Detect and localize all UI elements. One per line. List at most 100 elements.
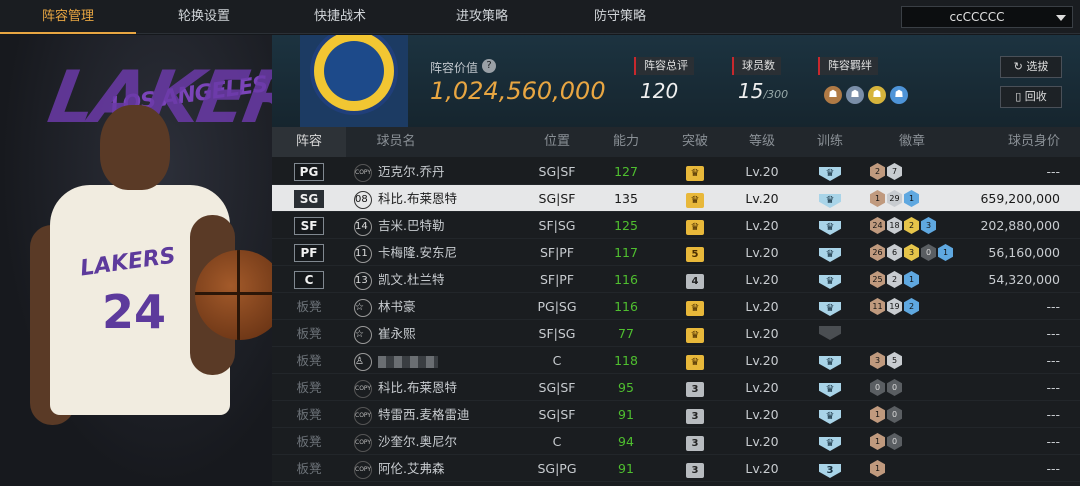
badge-medal[interactable]: 1 — [870, 190, 885, 207]
cell-3: 95 — [592, 374, 660, 401]
col-slot[interactable]: 阵容 — [272, 127, 346, 157]
cell-8: --- — [958, 293, 1080, 320]
badge-medal[interactable]: 5 — [887, 352, 902, 369]
player-name[interactable]: 科比.布莱恩特 — [378, 191, 457, 206]
bond-icon-3[interactable]: ☗ — [868, 86, 886, 104]
pick-button[interactable]: ↻ 选拔 — [1000, 56, 1062, 78]
player-name[interactable]: 特雷西.麦格雷迪 — [378, 407, 469, 422]
table-row[interactable]: SF 14 吉米.巴特勒 SF|SG 125 ♛ Lv.20 ♛ 24 18 2 3 202,880,0… — [272, 212, 1080, 239]
table-row[interactable]: 板凳 COPY 特雷西.麦格雷迪 SG|SF 91 3 Lv.20 ♛ 1 0 --- — [272, 401, 1080, 428]
cell-2: SF|PF — [522, 239, 592, 266]
badge-medal[interactable]: 24 — [870, 217, 885, 234]
cell-4: 4 — [660, 266, 730, 293]
player-name[interactable]: 卡梅隆.安东尼 — [378, 245, 457, 260]
table-row[interactable]: 板凳 ☆ 崔永熙 SF|SG 77 ♛ Lv.20 --- — [272, 320, 1080, 347]
badge-medal[interactable]: 3 — [870, 352, 885, 369]
help-icon[interactable]: ? — [482, 59, 496, 73]
recycle-button[interactable]: ▯ 回收 — [1000, 86, 1062, 108]
col-ability[interactable]: 能力 — [592, 127, 660, 157]
cell-6: ♛ — [794, 212, 866, 239]
player-position: SF|PF — [539, 272, 575, 287]
table-row[interactable]: SG 08 科比.布莱恩特 SG|SF 135 ♛ Lv.20 ♛ 1 29 1 659,200,00… — [272, 185, 1080, 212]
bond-icon-1[interactable]: ☗ — [824, 86, 842, 104]
player-name[interactable] — [378, 355, 438, 368]
badge-medal[interactable]: 0 — [921, 244, 936, 261]
badge-medal[interactable]: 1 — [870, 460, 885, 477]
col-level[interactable]: 等级 — [730, 127, 794, 157]
col-position[interactable]: 位置 — [522, 127, 592, 157]
table-row[interactable]: PG COPY 迈克尔.乔丹 SG|SF 127 ♛ Lv.20 ♛ 2 7 --- — [272, 158, 1080, 185]
player-name[interactable]: 林书豪 — [378, 299, 416, 314]
player-count-label: 球员数 — [732, 57, 781, 75]
badge-medal[interactable]: 1 — [870, 406, 885, 423]
badge-medal[interactable]: 25 — [870, 271, 885, 288]
player-level: Lv.20 — [745, 353, 779, 368]
badge-medal[interactable]: 1 — [870, 433, 885, 450]
badge-medal[interactable]: 29 — [887, 190, 902, 207]
col-training[interactable]: 训练 — [794, 127, 866, 157]
table-row[interactable]: 板凳 ♙ C 118 ♛ Lv.20 ♛ 3 5 --- — [272, 347, 1080, 374]
crown-icon: ♛ — [686, 193, 704, 208]
badge-medal[interactable]: 19 — [887, 298, 902, 315]
badge-medal[interactable]: 1 — [904, 190, 919, 207]
table-row[interactable]: 板凳 COPY 科比.布莱恩特 SG|SF 95 3 Lv.20 ♛ 0 0 --- — [272, 374, 1080, 401]
cell-4: ♛ — [660, 293, 730, 320]
badge-medal[interactable]: 0 — [887, 379, 902, 396]
badge-medal[interactable]: 0 — [887, 406, 902, 423]
badge-medal[interactable]: 1 — [904, 271, 919, 288]
cell-2: SG|SF — [522, 185, 592, 212]
badge-medal[interactable]: 6 — [887, 244, 902, 261]
bond-icon-4[interactable]: ☗ — [890, 86, 908, 104]
badge-medal[interactable]: 3 — [904, 244, 919, 261]
col-worth[interactable]: 球员身价 — [958, 127, 1080, 157]
badge-medal[interactable]: 0 — [887, 433, 902, 450]
player-name[interactable]: 崔永熙 — [378, 326, 416, 341]
team-select[interactable]: ccCCCCC — [901, 6, 1073, 28]
cell-7: 27 — [866, 158, 958, 185]
cell-0: 板凳 — [272, 455, 346, 482]
badge-medal[interactable]: 3 — [921, 217, 936, 234]
badge-medal[interactable]: 0 — [870, 379, 885, 396]
player-name[interactable]: 吉米.巴特勒 — [378, 218, 444, 233]
crown-icon: ♛ — [686, 355, 704, 370]
table-row[interactable]: 板凳 COPY 阿伦.艾弗森 SG|PG 91 3 Lv.20 3 1 --- — [272, 455, 1080, 482]
chevron-down-icon — [1056, 15, 1066, 21]
col-breakthrough[interactable]: 突破 — [660, 127, 730, 157]
badge-medal[interactable]: 2 — [870, 163, 885, 180]
team-logo-inner — [324, 41, 384, 101]
cell-2: SG|SF — [522, 158, 592, 185]
badge-medal[interactable]: 2 — [904, 217, 919, 234]
tab-rotation[interactable]: 轮换设置 — [136, 0, 272, 34]
table-row[interactable]: PF 11 卡梅隆.安东尼 SF|PF 117 5 Lv.20 ♛ 26 6 3 0 1 56,160,0… — [272, 239, 1080, 266]
badge-medal[interactable]: 7 — [887, 163, 902, 180]
tab-defense[interactable]: 防守策略 — [552, 0, 688, 34]
badge-medal[interactable]: 18 — [887, 217, 902, 234]
table-row[interactable]: C 13 凯文.杜兰特 SF|PF 116 4 Lv.20 ♛ 25 2 1 54,320,000 — [272, 266, 1080, 293]
tab-offense[interactable]: 进攻策略 — [414, 0, 550, 34]
table-row[interactable]: 板凳 COPY 沙奎尔.奥尼尔 C 94 3 Lv.20 ♛ 1 0 --- — [272, 428, 1080, 455]
cell-6: ♛ — [794, 401, 866, 428]
bench-label: 板凳 — [296, 434, 322, 449]
badge-medal[interactable]: 2 — [904, 298, 919, 315]
player-ability: 117 — [614, 245, 638, 260]
badge-medal[interactable]: 11 — [870, 298, 885, 315]
col-name[interactable]: 球员名 — [346, 127, 446, 157]
player-name[interactable]: 沙奎尔.奥尼尔 — [378, 434, 457, 449]
tab-lineup[interactable]: 阵容管理 — [0, 0, 136, 34]
player-name[interactable]: 科比.布莱恩特 — [378, 380, 457, 395]
player-name[interactable]: 阿伦.艾弗森 — [378, 461, 444, 476]
player-name[interactable]: 凯文.杜兰特 — [378, 272, 444, 287]
badge-medal[interactable]: 1 — [938, 244, 953, 261]
badge-medal[interactable]: 2 — [887, 271, 902, 288]
person-icon: ♙ — [354, 352, 372, 371]
tab-quick-tactics[interactable]: 快捷战术 — [272, 0, 408, 34]
cell-2: SF|SG — [522, 320, 592, 347]
cell-8: --- — [958, 320, 1080, 347]
col-badges[interactable]: 徽章 — [866, 127, 958, 157]
bond-icon-2[interactable]: ☗ — [846, 86, 864, 104]
table-row[interactable]: 板凳 ☆ 林书豪 PG|SG 116 ♛ Lv.20 ♛ 11 19 2 --- — [272, 293, 1080, 320]
player-name[interactable]: 迈克尔.乔丹 — [378, 164, 444, 179]
badge-medal[interactable]: 26 — [870, 244, 885, 261]
player-count-value: 15 — [738, 79, 764, 103]
training-crown-icon: ♛ — [819, 194, 841, 208]
